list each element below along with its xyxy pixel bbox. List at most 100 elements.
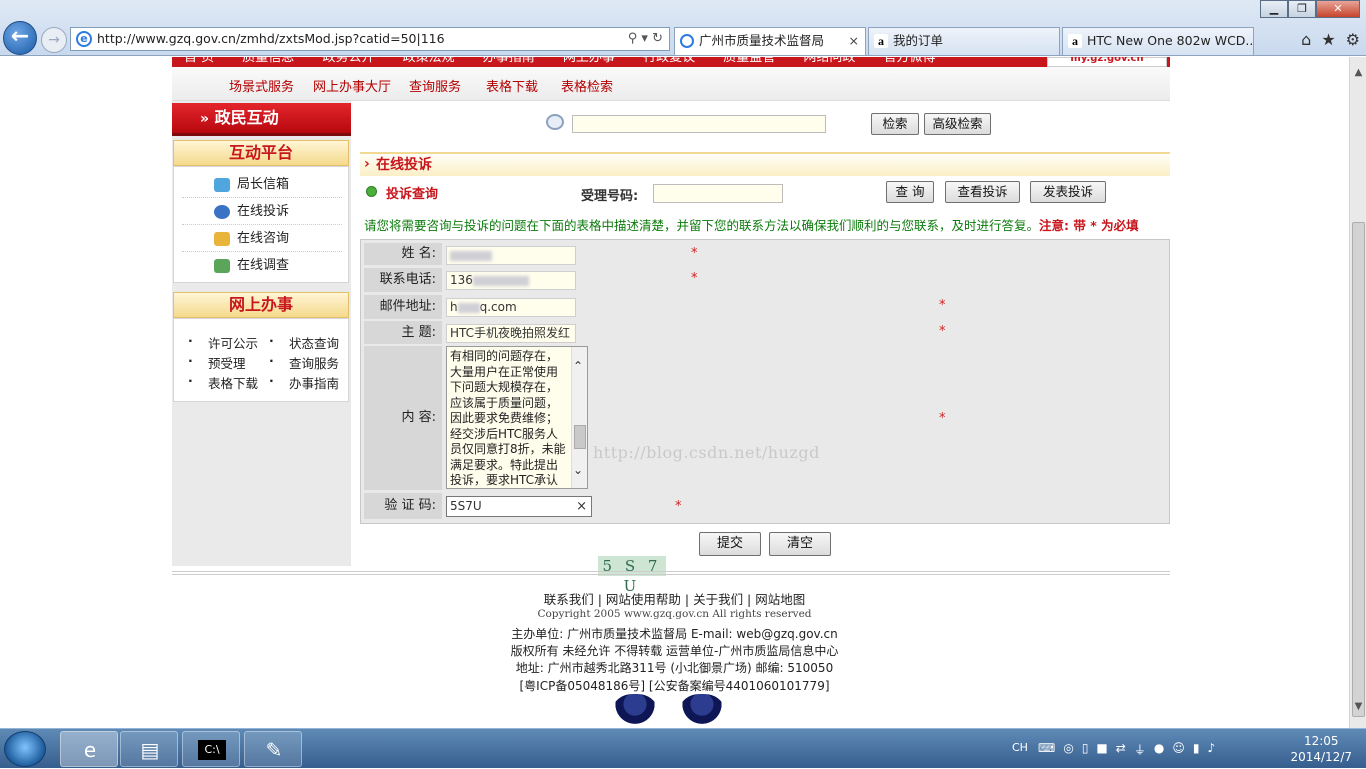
keyboard-icon[interactable]: ⌨ [1038,741,1055,758]
advanced-search-button[interactable]: 高级检索 [924,113,991,135]
subject-field[interactable]: HTC手机夜晚拍照发红 [446,324,576,343]
ws-item-status-query[interactable]: 状态查询 [269,333,339,352]
reset-button[interactable]: 清空 [769,532,831,556]
web-page: 首 页 质量信息 政务公开 政策法规 办事指南 网上办事 行政复议 质量监管 网… [0,57,1349,728]
document-icon[interactable]: ▯ [1082,741,1089,758]
name-field[interactable] [446,246,576,265]
tab-gzq[interactable]: 广州市质量技术监督局 × [674,27,866,55]
shield-icon[interactable]: ● [1154,741,1164,758]
nav-item[interactable]: 网络问政 [803,57,855,65]
forward-button[interactable]: → [41,27,67,53]
notice-required-text: 注意: 带 * 为必填 [1039,218,1139,233]
scroll-up-icon[interactable]: ▲ [1350,67,1366,84]
nav-item[interactable]: 网上办事 [563,57,615,65]
my-gz-link[interactable]: my.gz.gov.cn [1047,57,1167,67]
nav-item[interactable]: 首 页 [184,57,214,65]
nav-item[interactable]: 质量信息 [242,57,294,65]
ws-item-license-publicity[interactable]: 许可公示 [188,333,258,352]
taskbar-cmd[interactable]: C:\ [182,731,240,767]
subnav-query-service[interactable]: 查询服务 [409,76,461,95]
browser-toolbar-icons: ⌂ ★ ⚙ [1301,30,1360,49]
url-text: http://www.gzq.gov.cn/zmhd/zxtsMod.jsp?c… [97,31,445,46]
captcha-input[interactable]: 5S7U × [446,496,592,517]
sidebar-item-online-consult[interactable]: 在线咨询 [182,226,342,252]
ws-item-pre-acceptance[interactable]: 预受理 [188,353,245,372]
home-icon[interactable]: ⌂ [1301,30,1311,49]
email-field[interactable]: h q.com [446,298,576,317]
clear-input-icon[interactable]: × [576,497,587,516]
footer-links[interactable]: 联系我们 | 网站使用帮助 | 关于我们 | 网站地图 [0,589,1349,608]
subnav-form-search[interactable]: 表格检索 [561,76,613,95]
address-controls-icon[interactable]: ⚲ ▾ ↻ [628,28,663,50]
input-language[interactable]: CH [1012,741,1028,754]
browser-chrome: ▁ ❐ ✕ ← → e http://www.gzq.gov.cn/zmhd/z… [0,0,1366,56]
tab-orders[interactable]: a 我的订单 [868,27,1060,55]
tab-close-icon[interactable]: × [849,28,859,54]
post-complaint-button[interactable]: 发表投诉 [1030,181,1106,203]
phone-field[interactable]: 136 [446,271,576,290]
ws-item-form-download[interactable]: 表格下载 [188,373,258,392]
footer-icp: [粤ICP备05048186号] [公安备案编号4401060101779] [519,679,830,693]
footer-divider [172,571,1170,575]
sidebar-item-online-complaint[interactable]: 在线投诉 [182,199,342,225]
sidebar-title: » 政民互动 [172,103,351,136]
tab-htc[interactable]: a HTC New One 802w WCD... [1062,27,1254,55]
back-button[interactable]: ← [3,21,37,55]
amazon-favicon-icon: a [874,34,888,48]
scroll-thumb[interactable] [1352,222,1365,717]
subnav-form-download[interactable]: 表格下载 [486,76,538,95]
minimize-button[interactable]: ▁ [1260,0,1288,18]
ws-item-query-service[interactable]: 查询服务 [269,353,339,372]
favorites-star-icon[interactable]: ★ [1321,30,1335,49]
search-button[interactable]: 检索 [871,113,919,135]
page-scrollbar[interactable]: ▲ ▼ [1349,57,1366,728]
clock-time: 12:05 [1303,734,1339,748]
scroll-down-icon[interactable]: ⌄ [573,463,583,479]
scroll-thumb[interactable] [574,425,586,449]
ws-item-guide[interactable]: 办事指南 [269,373,339,392]
subnav-online-hall[interactable]: 网上办事大厅 [313,76,391,95]
close-window-button[interactable]: ✕ [1316,0,1360,18]
search-icon [546,114,564,130]
volume-icon[interactable]: ♪ [1207,741,1215,758]
section-title: 在线投诉 [360,152,1170,176]
subnav-scene-service[interactable]: 场景式服务 [229,76,294,95]
acceptance-number-input[interactable] [653,184,783,203]
submit-button[interactable]: 提交 [699,532,761,556]
sidebar-item-online-survey[interactable]: 在线调查 [182,253,342,279]
search-input[interactable] [572,115,826,133]
scroll-down-icon[interactable]: ▼ [1350,701,1366,718]
query-button[interactable]: 查 询 [886,181,934,203]
settings-gear-icon[interactable]: ⚙ [1346,30,1360,49]
taskbar-notepad[interactable]: ✎ [244,731,302,767]
content-textarea[interactable]: 有相同的问题存在，大量用户在正常使用下问题大规模存在，应该属于质量问题，因此要求… [446,346,588,489]
address-bar[interactable]: e http://www.gzq.gov.cn/zmhd/zxtsMod.jsp… [70,27,670,51]
sync-icon[interactable]: ⇄ [1116,741,1126,758]
usb-icon[interactable]: ⏚ [1134,741,1146,758]
start-button-icon[interactable] [4,731,46,767]
phone-label: 联系电话: [364,268,442,292]
cyber-police-icon[interactable] [613,694,657,728]
nav-item[interactable]: 行政复议 [643,57,695,65]
clock[interactable]: 12:05 2014/12/7 [1290,733,1352,765]
nav-item[interactable]: 政务公开 [322,57,374,65]
taskbar-explorer[interactable]: ▤ [120,731,178,767]
required-mark: * [939,324,946,339]
nav-item[interactable]: 质量监管 [723,57,775,65]
view-complaint-button[interactable]: 查看投诉 [945,181,1020,203]
qq-icon[interactable]: ☺ [1172,741,1185,758]
nav-item[interactable]: 办事指南 [483,57,535,65]
scroll-up-icon[interactable]: ⌃ [573,359,583,375]
nav-item[interactable]: 官方微博 [884,57,936,65]
textarea-scrollbar[interactable]: ⌃ ⌄ [571,347,587,488]
notice-text: 请您将需要咨询与投诉的问题在下面的表格中描述清楚，并留下您的联系方法以确保我们顺… [364,218,1040,233]
network-icon[interactable]: ◎ [1063,741,1073,758]
maximize-button[interactable]: ❐ [1288,0,1316,18]
cyber-police-icon[interactable] [680,694,724,728]
monitor-icon[interactable]: ■ [1096,741,1107,758]
required-mark: * [939,298,946,313]
sidebar-item-director-mailbox[interactable]: 局长信箱 [182,172,342,198]
signal-icon[interactable]: ▮ [1193,741,1200,758]
nav-item[interactable]: 政策法规 [403,57,455,65]
taskbar-ie[interactable]: e [60,731,118,767]
